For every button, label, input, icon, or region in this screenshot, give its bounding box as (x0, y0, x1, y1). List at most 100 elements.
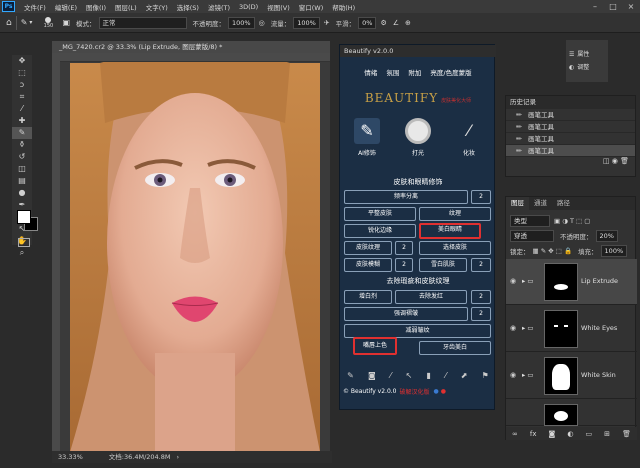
lock-icons[interactable]: ▦ ✎ ✥ ⬚ 🔒 (533, 247, 573, 255)
eyedropper-tool-icon[interactable]: ⁄ (12, 103, 32, 115)
mask-icon[interactable]: ◙ (549, 430, 556, 438)
layer-mask-thumbnail[interactable] (544, 263, 578, 301)
layer-opacity-input[interactable]: 20% (595, 230, 618, 242)
sharpen-edge-button[interactable]: 锐化边缘 (344, 224, 416, 238)
eraser-tool-icon[interactable]: ◫ (12, 163, 32, 175)
cursor-icon[interactable]: ↖ (406, 371, 413, 380)
home-icon[interactable]: ⌂ (6, 18, 12, 28)
bars-icon[interactable]: ▮ (427, 371, 431, 380)
zoom-level[interactable]: 33.33% (58, 451, 83, 463)
emphasize-wrinkle-button[interactable]: 强调褶皱 (344, 307, 468, 321)
mask-icon[interactable]: ◙ (368, 371, 376, 380)
layer-row[interactable]: ◉ ▸ ▭ White Skin (506, 353, 637, 399)
freq-sep-count[interactable]: 2 (471, 190, 491, 204)
properties-button[interactable]: ☰ 属性 (566, 48, 608, 61)
fx-icon[interactable]: fx (530, 430, 537, 438)
tab-luminosity-mask[interactable]: 亮度/色度蒙版 (430, 67, 471, 77)
tab-layers[interactable]: 图层 (506, 197, 529, 210)
arrow-icon[interactable]: ⬈ (461, 371, 468, 380)
tab-channels[interactable]: 通道 (529, 197, 552, 210)
document-tab[interactable]: _MG_7420.cr2 @ 33.3% (Lip Extrude, 图层蒙版/… (52, 41, 330, 53)
history-brush-icon[interactable]: ↺ (12, 151, 32, 163)
marquee-tool-icon[interactable]: ⬚ (12, 67, 32, 79)
flat-skin-button[interactable]: 平整皮肤 (344, 207, 416, 221)
history-row[interactable]: 画笔工具 (506, 145, 635, 157)
select-skin-button[interactable]: 选择皮肤 (419, 241, 491, 255)
tab-atmosphere[interactable]: 氛围 (386, 67, 399, 77)
menu-window[interactable]: 窗口(W) (299, 2, 324, 12)
tab-mood[interactable]: 情绪 (364, 67, 377, 77)
category-makeup[interactable]: ⁄ 化妆 (446, 118, 492, 166)
foreground-color-swatch[interactable] (17, 210, 31, 224)
layer-filter-select[interactable]: 类型 (510, 215, 550, 227)
skin-blur-count[interactable]: 2 (395, 258, 413, 272)
maximize-icon[interactable]: □ (604, 0, 622, 13)
menu-select[interactable]: 选择(S) (177, 2, 199, 12)
close-icon[interactable]: × (622, 0, 640, 13)
menu-edit[interactable]: 编辑(E) (55, 2, 77, 12)
globe-icon[interactable]: ● (434, 388, 439, 395)
layer-name[interactable]: Lip Extrude (581, 277, 618, 285)
folder-icon[interactable]: ▭ (586, 430, 593, 438)
snow-skin-button[interactable]: 雪白肌肤 (419, 258, 467, 272)
new-layer-icon[interactable]: ⊞ (604, 430, 610, 438)
quick-mask-icon[interactable] (18, 238, 30, 247)
chevron-right-icon[interactable]: › (176, 451, 179, 463)
snapshot-icon[interactable]: ◫ (603, 157, 610, 165)
remove-redness-count[interactable]: 2 (471, 290, 491, 304)
layer-row[interactable]: ◉ ▸ ▭ Lip Extrude (506, 259, 637, 305)
minimize-icon[interactable]: – (586, 0, 604, 13)
move-tool-icon[interactable]: ✥ (12, 55, 32, 67)
healing-tool-icon[interactable]: ✚ (12, 115, 32, 127)
camera-icon[interactable]: ◉ (612, 157, 618, 165)
brush-settings-icon[interactable]: ▣ (62, 18, 70, 27)
document-canvas[interactable] (60, 53, 330, 452)
blend-mode-select[interactable]: 穿透 (510, 230, 554, 242)
blur-tool-icon[interactable]: ● (12, 187, 32, 199)
eye-icon[interactable]: ◉ (510, 324, 516, 332)
menu-help[interactable]: 帮助(H) (332, 2, 355, 12)
history-row[interactable]: 画笔工具 (506, 133, 635, 145)
opacity-input[interactable]: 100% (228, 16, 255, 29)
zoom-tool-icon[interactable]: ⌕ (12, 247, 32, 259)
gear-icon[interactable]: ⚙ (380, 19, 386, 27)
lip-color-button[interactable]: 嘴唇上色 (353, 337, 397, 355)
skin-texture-count[interactable]: 2 (395, 241, 413, 255)
teeth-whiten-button[interactable]: 牙齿美白 (419, 341, 491, 355)
history-row[interactable]: 画笔工具 (506, 121, 635, 133)
eye-icon[interactable]: ◉ (510, 371, 516, 379)
menu-layer[interactable]: 图层(L) (115, 2, 137, 12)
layer-row[interactable] (506, 400, 637, 426)
mode-select[interactable]: 正常 (98, 16, 187, 29)
menu-filter[interactable]: 滤镜(T) (208, 2, 230, 12)
eye-icon[interactable]: ◉ (510, 277, 516, 285)
pressure-opacity-icon[interactable]: ◎ (259, 19, 265, 27)
link-icon[interactable]: ∞ (512, 430, 518, 438)
filter-icons[interactable]: ▣ ◑ T ⬚ ▢ (554, 217, 590, 225)
history-tab[interactable]: 历史记录 (506, 96, 635, 109)
snow-skin-count[interactable]: 2 (471, 258, 491, 272)
adjust-button[interactable]: ◐ 调整 (566, 61, 608, 74)
menu-type[interactable]: 文字(Y) (146, 2, 168, 12)
layer-name[interactable]: White Eyes (581, 324, 617, 332)
freq-sep-button[interactable]: 频率分离 (344, 190, 468, 204)
menu-image[interactable]: 图像(I) (86, 2, 106, 12)
tab-extra[interactable]: 附加 (408, 67, 421, 77)
brush-icon[interactable]: ✎ (347, 371, 354, 380)
airbrush-icon[interactable]: ✈ (324, 19, 330, 27)
angle-icon[interactable]: ∠ (393, 19, 399, 27)
reduce-wrinkle-button[interactable]: 减弱皱纹 (344, 324, 491, 338)
layer-name[interactable]: White Skin (581, 371, 616, 379)
whitener-button[interactable]: 增白剂 (344, 290, 392, 304)
smooth-input[interactable]: 0% (358, 16, 377, 29)
trash-icon[interactable]: 🗑 (620, 157, 629, 165)
remove-redness-button[interactable]: 去除发红 (395, 290, 467, 304)
crop-tool-icon[interactable]: ⌗ (12, 91, 32, 103)
layer-mask-thumbnail[interactable] (544, 404, 578, 426)
whiten-eyes-button[interactable]: 美白眼睛 (419, 223, 481, 239)
layer-mask-thumbnail[interactable] (544, 357, 578, 395)
pen-icon[interactable]: ⁄ (390, 371, 391, 380)
menu-3d[interactable]: 3D(D) (239, 3, 258, 11)
texture-button[interactable]: 纹理 (419, 207, 491, 221)
layer-mask-thumbnail[interactable] (544, 310, 578, 348)
